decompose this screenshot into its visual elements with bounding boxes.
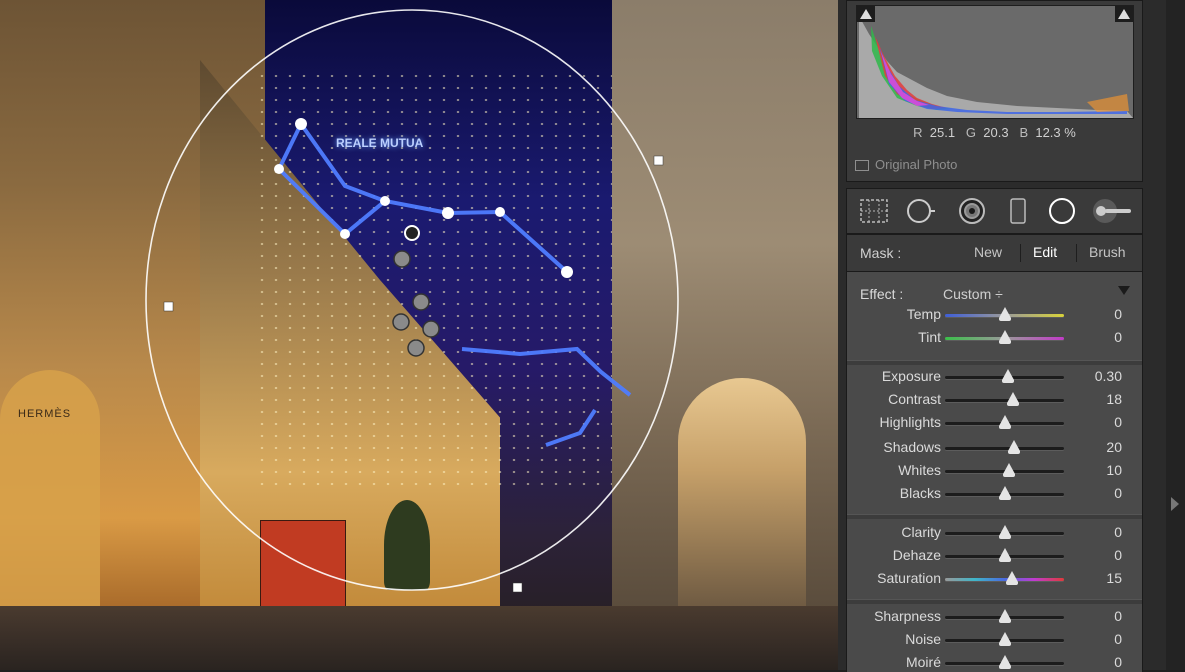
develop-panel: R 25.1 G 20.3 B 12.3 % Original Photo Ma… xyxy=(838,0,1185,672)
slider-thumb-contrast[interactable] xyxy=(1006,392,1019,406)
g-value: 20.3 xyxy=(983,125,1009,140)
slider-label-exposure: Exposure xyxy=(881,368,941,384)
histogram[interactable] xyxy=(856,5,1134,119)
mask-new-button[interactable]: New xyxy=(974,244,1002,260)
ellipse-handle-right[interactable] xyxy=(653,155,664,166)
ellipse-handle-bottom[interactable] xyxy=(512,582,523,593)
slider-label-whites: Whites xyxy=(898,462,941,478)
photo-canvas[interactable]: HERMÈS REALE MUTUA xyxy=(0,0,838,670)
b-label: B xyxy=(1019,125,1029,140)
radial-filter-icon[interactable] xyxy=(1047,197,1077,225)
r-label: R xyxy=(913,125,923,140)
adjustment-brush-icon[interactable] xyxy=(1091,197,1135,225)
slider-label-noise: Noise xyxy=(905,631,941,647)
slider-label-shadows: Shadows xyxy=(883,439,941,455)
slider-value-noise[interactable]: 0 xyxy=(1114,631,1122,647)
g-label: G xyxy=(965,125,977,140)
slider-value-contrast[interactable]: 18 xyxy=(1106,391,1122,407)
mask-label: Mask : xyxy=(860,245,902,261)
slider-label-tint: Tint xyxy=(918,329,941,345)
slider-thumb-dehaze[interactable] xyxy=(998,548,1011,562)
slider-thumb-sharpness[interactable] xyxy=(998,609,1011,623)
slider-label-highlights: Highlights xyxy=(879,414,941,430)
red-eye-icon[interactable] xyxy=(957,197,987,225)
slider-track-contrast[interactable] xyxy=(945,399,1064,402)
r-value: 25.1 xyxy=(929,125,956,140)
collapse-triangle-icon[interactable] xyxy=(1118,286,1130,295)
ellipse-handle-left[interactable] xyxy=(163,301,174,312)
expand-panel-arrow-icon[interactable] xyxy=(1171,497,1179,511)
slider-value-blacks[interactable]: 0 xyxy=(1114,485,1122,501)
slider-label-saturation: Saturation xyxy=(877,570,941,586)
slider-thumb-saturation[interactable] xyxy=(1005,571,1018,585)
slider-thumb-tint[interactable] xyxy=(998,330,1011,344)
mask-brush-button[interactable]: Brush xyxy=(1089,244,1126,260)
neon-points xyxy=(274,118,573,278)
effect-label: Effect : xyxy=(860,286,904,302)
effect-preset-select[interactable]: Custom ÷ xyxy=(943,286,1003,302)
neon-constellation xyxy=(277,120,632,447)
slider-value-saturation[interactable]: 15 xyxy=(1106,570,1122,586)
crop-grid-icon[interactable] xyxy=(859,197,889,225)
slider-thumb-blacks[interactable] xyxy=(998,486,1011,500)
checkbox-icon[interactable] xyxy=(855,160,869,172)
slider-value-sharpness[interactable]: 0 xyxy=(1114,608,1122,624)
histogram-section: R 25.1 G 20.3 B 12.3 % Original Photo xyxy=(846,0,1143,182)
slider-label-blacks: Blacks xyxy=(899,485,941,501)
slider-value-moir[interactable]: 0 xyxy=(1114,654,1122,670)
unit-label: % xyxy=(1064,125,1076,140)
slider-thumb-moir[interactable] xyxy=(998,655,1011,669)
b-value: 12.3 xyxy=(1035,125,1061,140)
slider-value-temp[interactable]: 0 xyxy=(1114,306,1122,322)
pin[interactable] xyxy=(393,250,411,268)
spot-removal-icon[interactable] xyxy=(905,197,935,225)
slider-value-clarity[interactable]: 0 xyxy=(1114,524,1122,540)
radial-filter-ellipse[interactable] xyxy=(145,9,679,591)
slider-value-tint[interactable]: 0 xyxy=(1114,329,1122,345)
divider xyxy=(1020,244,1021,262)
pin[interactable] xyxy=(412,293,430,311)
slider-value-shadows[interactable]: 20 xyxy=(1106,439,1122,455)
slider-value-dehaze[interactable]: 0 xyxy=(1114,547,1122,563)
group-divider xyxy=(847,599,1142,604)
slider-thumb-shadows[interactable] xyxy=(1008,440,1021,454)
histogram-graph xyxy=(859,16,1133,118)
slider-thumb-highlights[interactable] xyxy=(998,415,1011,429)
tool-strip xyxy=(846,188,1143,234)
pin[interactable] xyxy=(422,320,440,338)
slider-label-sharpness: Sharpness xyxy=(874,608,941,624)
slider-thumb-exposure[interactable] xyxy=(1002,369,1015,383)
pin[interactable] xyxy=(392,313,410,331)
divider xyxy=(1076,244,1077,262)
slider-value-highlights[interactable]: 0 xyxy=(1114,414,1122,430)
slider-label-clarity: Clarity xyxy=(901,524,941,540)
mask-row: Mask : New Edit Brush xyxy=(846,234,1143,272)
slider-value-whites[interactable]: 10 xyxy=(1106,462,1122,478)
active-pin[interactable] xyxy=(404,225,420,241)
slider-thumb-whites[interactable] xyxy=(1003,463,1016,477)
original-photo-toggle[interactable]: Original Photo xyxy=(855,157,957,172)
slider-value-exposure[interactable]: 0.30 xyxy=(1095,368,1122,384)
clipping-highlights-icon[interactable] xyxy=(1115,6,1133,22)
slider-thumb-clarity[interactable] xyxy=(998,525,1011,539)
slider-label-moir: Moiré xyxy=(905,654,941,670)
slider-label-contrast: Contrast xyxy=(888,391,941,407)
group-divider xyxy=(847,514,1142,519)
slider-label-dehaze: Dehaze xyxy=(892,547,941,563)
graduated-filter-icon[interactable] xyxy=(1003,197,1033,225)
original-photo-label: Original Photo xyxy=(875,157,958,172)
clipping-shadows-icon[interactable] xyxy=(857,6,875,22)
radial-filter-overlay[interactable] xyxy=(0,0,838,670)
panel-edge xyxy=(1166,0,1185,670)
slider-label-temp: Temp xyxy=(906,306,941,322)
slider-track-saturation[interactable] xyxy=(945,578,1064,581)
mask-edit-button[interactable]: Edit xyxy=(1033,244,1057,260)
adjustments-section: Effect : Custom ÷ Temp 0 Tint 0 Exposure 0.30… xyxy=(846,272,1143,672)
group-divider xyxy=(847,360,1142,365)
pin[interactable] xyxy=(407,339,425,357)
rgb-readout: R 25.1 G 20.3 B 12.3 % xyxy=(847,125,1142,140)
slider-track-shadows[interactable] xyxy=(945,447,1064,450)
slider-thumb-temp[interactable] xyxy=(998,307,1011,321)
slider-thumb-noise[interactable] xyxy=(998,632,1011,646)
